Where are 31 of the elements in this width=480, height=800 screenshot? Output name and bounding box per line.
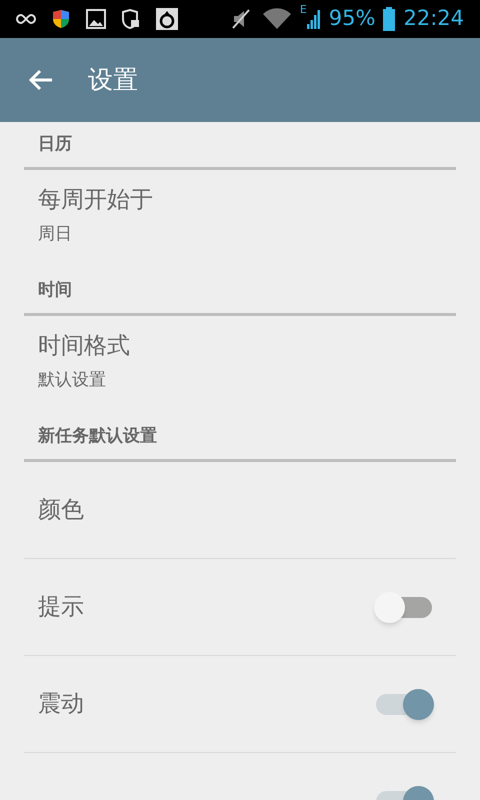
wifi-icon <box>262 8 292 30</box>
timer-icon <box>156 8 178 30</box>
clock-time: 22:24 <box>403 5 464 32</box>
battery-level: 95% <box>328 5 376 32</box>
signal-icon <box>306 8 321 30</box>
setting-row[interactable]: 提示 <box>24 559 456 656</box>
setting-value: 周日 <box>38 222 73 246</box>
shield-icon <box>52 9 70 29</box>
section-header: 新任务默认设置 <box>38 424 157 448</box>
setting-title: 提示 <box>38 592 84 622</box>
page-title: 设置 <box>88 64 138 96</box>
section-header: 时间 <box>38 278 72 302</box>
image-icon <box>86 9 106 29</box>
setting-row[interactable]: 颜色 <box>24 462 456 559</box>
back-arrow-icon <box>28 69 54 91</box>
shield-lock-icon <box>122 9 140 29</box>
network-type: E <box>300 4 307 15</box>
section-header: 日历 <box>38 132 72 156</box>
infinity-icon <box>16 14 36 24</box>
setting-title: 时间格式 <box>38 332 131 361</box>
setting-title: 每周开始于 <box>38 186 154 215</box>
setting-row[interactable]: 时间格式 默认设置 <box>24 316 456 414</box>
setting-value: 默认设置 <box>38 368 107 392</box>
battery-icon <box>383 7 396 31</box>
setting-row[interactable]: 每周开始于 周日 <box>24 170 456 268</box>
toggle-switch[interactable] <box>374 591 434 623</box>
setting-row[interactable]: 震动 <box>24 656 456 753</box>
toggle-switch[interactable] <box>374 688 434 720</box>
mute-icon <box>232 8 250 30</box>
setting-title: 震动 <box>38 690 84 719</box>
setting-title: 颜色 <box>38 496 84 525</box>
